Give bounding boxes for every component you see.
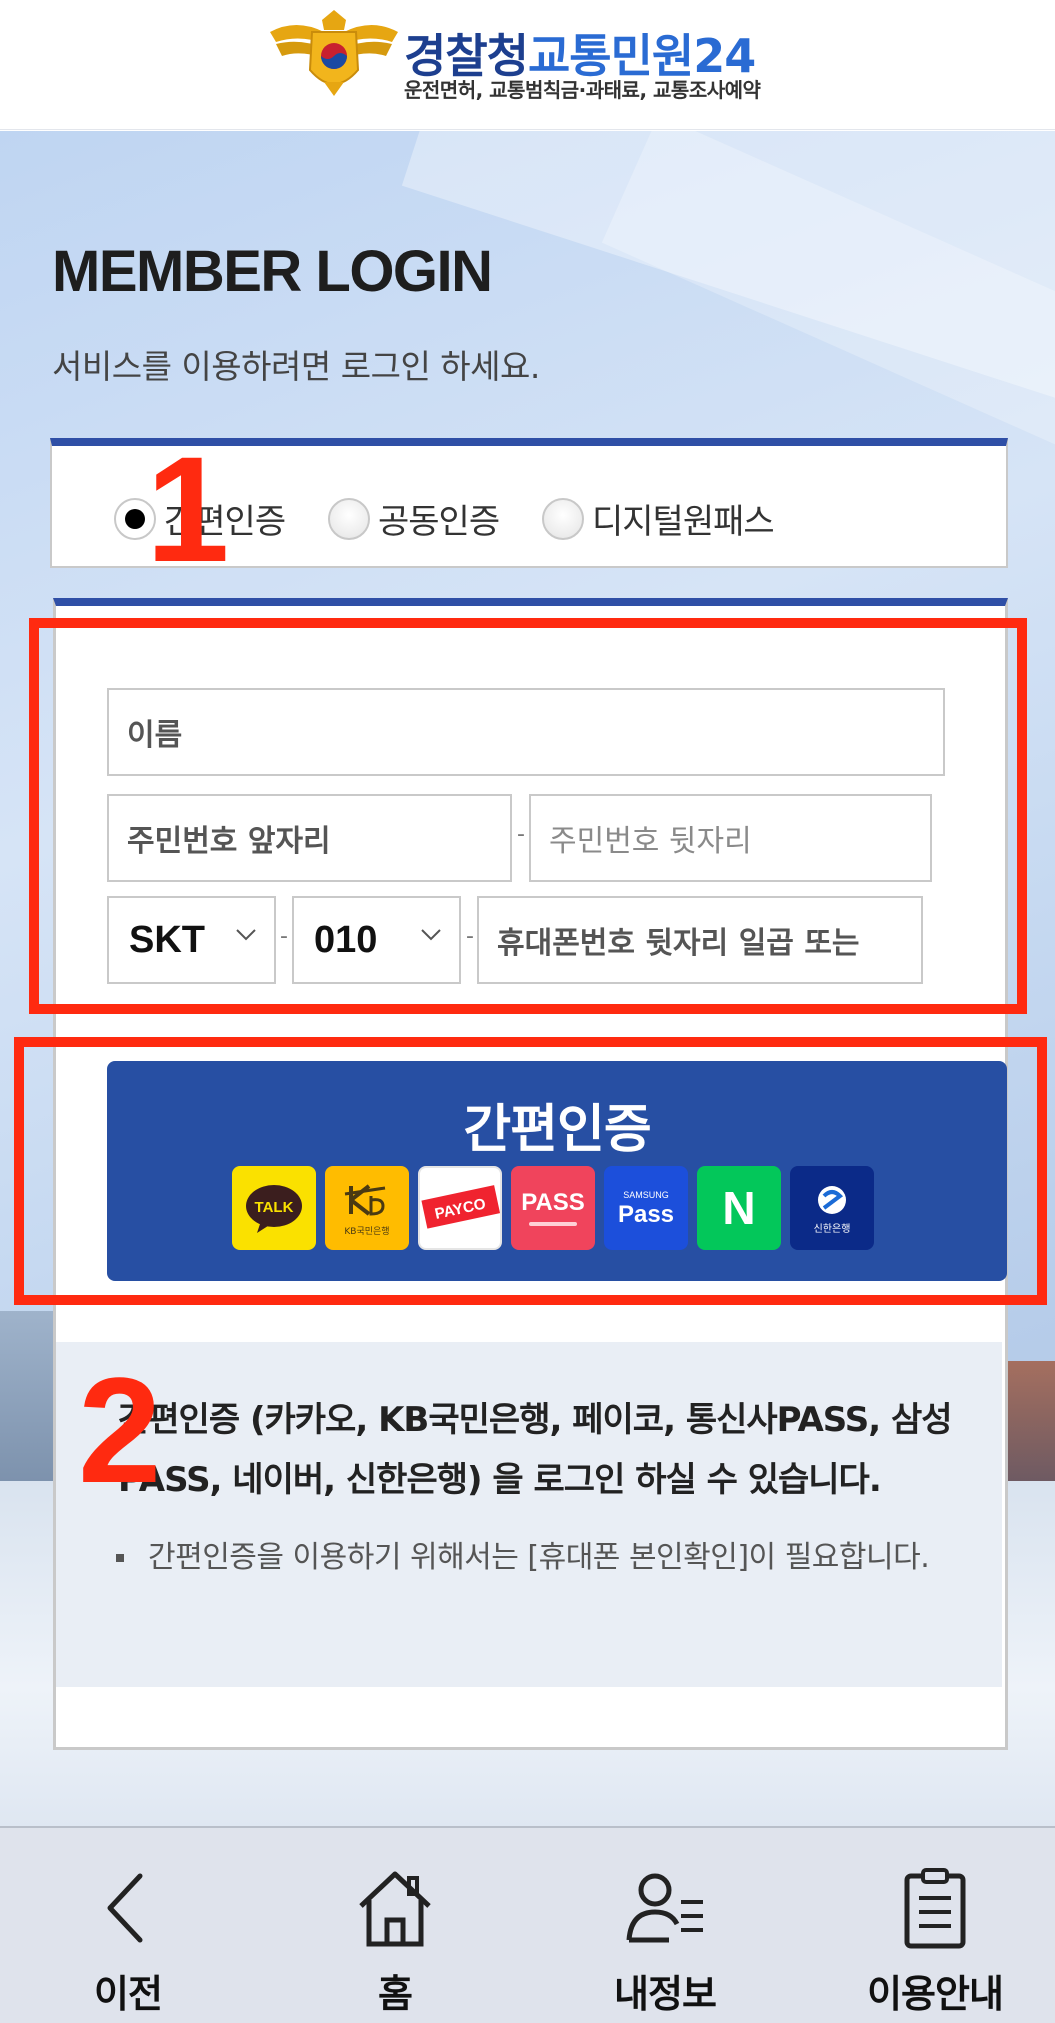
radio-unselected-icon[interactable] bbox=[328, 497, 370, 540]
nav-my-info[interactable]: 내정보 bbox=[565, 1828, 765, 2023]
home-icon bbox=[359, 1871, 431, 1947]
back-chevron-icon bbox=[107, 1873, 143, 1943]
annotation-box-button bbox=[14, 1037, 1047, 1305]
site-header: 경찰청교통민원24 운전면허, 교통범칙금·과태료, 교통조사예약 bbox=[0, 0, 1055, 130]
site-subtitle: 운전면허, 교통범칙금·과태료, 교통조사예약 bbox=[404, 78, 761, 102]
nav-back-label: 이전 bbox=[94, 1972, 163, 2016]
nav-back[interactable]: 이전 bbox=[28, 1828, 228, 2023]
radio-joint-certificate[interactable]: 공동인증 bbox=[328, 494, 500, 543]
radio-label: 공동인증 bbox=[378, 502, 500, 542]
police-emblem-icon bbox=[270, 10, 398, 96]
radio-label: 디지털원패스 bbox=[592, 502, 775, 542]
info-bullet-item: 간편인증을 이용하기 위해서는 [휴대폰 본인확인]이 필요합니다. bbox=[116, 1532, 976, 1584]
nav-home[interactable]: 홈 bbox=[295, 1828, 495, 2023]
info-box: 간편인증 (카카오, KB국민은행, 페이코, 통신사PASS, 삼성PASS,… bbox=[56, 1342, 1002, 1687]
nav-guide[interactable]: 이용안내 bbox=[835, 1828, 1035, 2023]
annotation-number-1: 1 bbox=[146, 425, 230, 593]
login-title: MEMBER LOGIN bbox=[52, 239, 493, 304]
info-bullet-text: 간편인증을 이용하기 위해서는 [휴대폰 본인확인]이 필요합니다. bbox=[148, 1540, 930, 1575]
info-main-text: 간편인증 (카카오, KB국민은행, 페이코, 통신사PASS, 삼성PASS,… bbox=[118, 1400, 953, 1500]
bullet-square-icon bbox=[116, 1554, 124, 1562]
radio-digital-onepass[interactable]: 디지털원패스 bbox=[542, 494, 775, 543]
my-info-icon bbox=[626, 1873, 703, 1943]
nav-my-info-label: 내정보 bbox=[614, 1972, 717, 2016]
annotation-number-2: 2 bbox=[78, 1346, 162, 1514]
annotation-box-form bbox=[29, 618, 1027, 1014]
nav-home-label: 홈 bbox=[378, 1972, 413, 2016]
nav-guide-label: 이용안내 bbox=[867, 1972, 1004, 2016]
login-subtitle: 서비스를 이용하려면 로그인 하세요. bbox=[52, 347, 540, 386]
guide-clipboard-icon bbox=[904, 1868, 966, 1949]
bottom-navigation: 이전 홈 내정보 이용안내 bbox=[0, 1826, 1055, 2023]
radio-unselected-icon[interactable] bbox=[542, 497, 584, 540]
